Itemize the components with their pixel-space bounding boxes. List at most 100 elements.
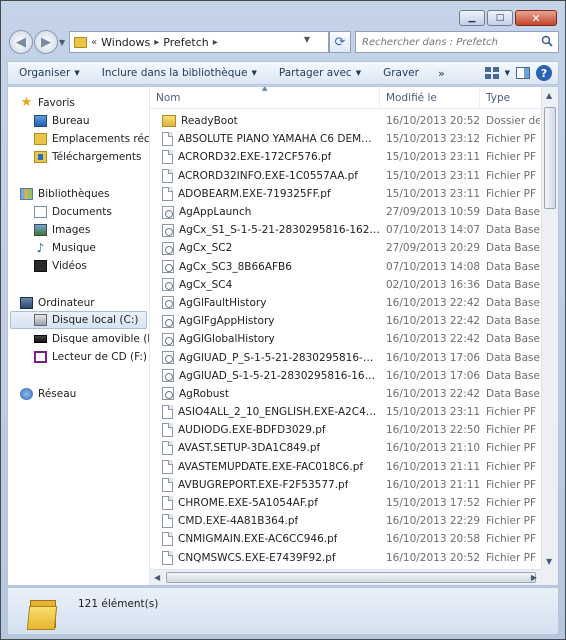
file-row[interactable]: AgGlFaultHistory 16/10/2013 22:42 Data Bas… xyxy=(150,294,541,312)
file-row[interactable]: AVASTEMUPDATE.EXE-FAC018C6.pf 16/10/2013 … xyxy=(150,458,541,476)
nav-documents[interactable]: Documents xyxy=(34,203,112,221)
organize-menu[interactable]: Organiser ▼ xyxy=(8,67,91,79)
overflow-chevron[interactable]: « xyxy=(91,37,97,48)
burn-button[interactable]: Graver xyxy=(372,67,430,79)
include-in-library-menu[interactable]: Inclure dans la bibliothèque ▼ xyxy=(91,67,268,79)
vertical-scroll-thumb[interactable] xyxy=(544,107,556,209)
search-input[interactable] xyxy=(362,36,532,48)
chevron-down-icon[interactable]: ▼ xyxy=(505,69,510,77)
forward-button[interactable]: ▶ xyxy=(34,30,58,54)
file-row[interactable]: AgCx_S1_S-1-5-21-2830295816-16260489... 0… xyxy=(150,221,541,239)
file-icon xyxy=(162,550,173,565)
refresh-icon: ⟳ xyxy=(334,34,346,50)
nav-images-label: Images xyxy=(52,224,91,236)
address-history-dropdown[interactable]: ▼ xyxy=(304,35,310,44)
file-type: Fichier PF xyxy=(486,169,537,182)
nav-removable-disk[interactable]: Disque amovible (E:) xyxy=(34,330,149,348)
nav-network[interactable]: Réseau xyxy=(20,385,76,403)
file-row[interactable]: ACRORD32.EXE-172CF576.pf 15/10/2013 23:11… xyxy=(150,148,541,166)
nav-desktop[interactable]: Bureau xyxy=(34,112,90,130)
minimize-button[interactable]: ▁ xyxy=(459,10,485,26)
search-box[interactable] xyxy=(355,31,559,53)
file-name: AgCx_SC4 xyxy=(179,278,233,291)
file-row[interactable]: CNMIGMAIN.EXE-AC6CC946.pf 16/10/2013 20:5… xyxy=(150,530,541,548)
file-row[interactable]: AgAppLaunch 27/09/2013 10:59 Data Base Fi xyxy=(150,203,541,221)
horizontal-scrollbar[interactable]: ◀ ▶ xyxy=(150,569,541,585)
nav-videos[interactable]: Vidéos xyxy=(34,257,87,275)
file-row[interactable]: AVAST.SETUP-3DA1C849.pf 16/10/2013 21:10 F… xyxy=(150,439,541,457)
database-file-icon xyxy=(162,223,174,237)
column-name[interactable]: Nom ▲ xyxy=(150,87,380,108)
column-type[interactable]: Type xyxy=(480,87,540,108)
file-row[interactable]: ADOBEARM.EXE-719325FF.pf 15/10/2013 23:11… xyxy=(150,185,541,203)
breadcrumb-windows[interactable]: Windows xyxy=(101,36,150,49)
address-bar[interactable]: « Windows ▸ Prefetch ▸ ▼ xyxy=(69,31,329,53)
file-row[interactable]: ABSOLUTE PIANO YAMAHA C6 DEMO-F... 15/10/… xyxy=(150,130,541,148)
nav-local-disk[interactable]: Disque local (C:) xyxy=(10,311,147,329)
file-modified: 16/10/2013 22:50 xyxy=(386,424,481,437)
file-type: Fichier PF xyxy=(486,406,537,419)
horizontal-scroll-thumb[interactable] xyxy=(166,572,536,583)
file-row[interactable]: CHROME.EXE-5A1054AF.pf 15/10/2013 17:52 Fi… xyxy=(150,494,541,512)
nav-music[interactable]: ♪ Musique xyxy=(34,239,96,257)
file-row[interactable]: AUDIODG.EXE-BDFD3029.pf 16/10/2013 22:50 F… xyxy=(150,421,541,439)
nav-computer[interactable]: Ordinateur xyxy=(20,294,95,312)
preview-pane-icon[interactable] xyxy=(516,67,530,79)
scroll-up-icon[interactable]: ▲ xyxy=(546,91,552,100)
breadcrumb-prefetch[interactable]: Prefetch xyxy=(163,36,208,49)
scroll-right-icon[interactable]: ▶ xyxy=(531,573,537,582)
file-row[interactable]: CMD.EXE-4A81B364.pf 16/10/2013 22:29 Fichi… xyxy=(150,512,541,530)
file-name: CHROME.EXE-5A1054AF.pf xyxy=(178,497,318,510)
search-icon[interactable] xyxy=(541,35,553,47)
file-row[interactable]: AVBUGREPORT.EXE-F2F53577.pf 16/10/2013 21… xyxy=(150,476,541,494)
nav-downloads[interactable]: Téléchargements xyxy=(34,148,142,166)
scroll-left-icon[interactable]: ◀ xyxy=(154,573,160,582)
recent-pages-dropdown[interactable]: ▼ xyxy=(59,38,65,47)
share-with-menu[interactable]: Partager avec ▼ xyxy=(268,67,372,79)
file-name-cell: AVAST.SETUP-3DA1C849.pf xyxy=(150,441,380,456)
close-button[interactable]: ✕ xyxy=(515,10,557,26)
nav-favorites[interactable]: ★ Favoris xyxy=(20,94,75,112)
file-modified: 15/10/2013 17:52 xyxy=(386,497,481,510)
minimize-icon: ▁ xyxy=(468,12,476,23)
file-name: ADOBEARM.EXE-719325FF.pf xyxy=(178,187,331,200)
column-modified[interactable]: Modifié le xyxy=(380,87,480,108)
nav-cd-drive[interactable]: Lecteur de CD (F:) M xyxy=(34,348,149,366)
file-row[interactable]: AgCx_SC2 27/09/2013 20:29 Data Base Fi xyxy=(150,239,541,257)
back-button[interactable]: ◀ xyxy=(9,30,33,54)
nav-images[interactable]: Images xyxy=(34,221,90,239)
maximize-button[interactable]: □ xyxy=(487,10,513,26)
file-name-cell: ASIO4ALL_2_10_ENGLISH.EXE-A2C4FB9E.pf xyxy=(150,405,380,420)
file-type: Data Base Fi xyxy=(486,369,540,382)
share-label: Partager avec xyxy=(278,67,352,79)
nav-libraries[interactable]: Bibliothèques xyxy=(20,185,110,203)
file-row[interactable]: CNQMSWCS.EXE-E7439F92.pf 16/10/2013 20:52… xyxy=(150,549,541,567)
file-row[interactable]: AgCx_SC3_8B66AFB6 07/10/2013 14:08 Data Ba… xyxy=(150,258,541,276)
navigation-bar: ◀ ▶ ▼ « Windows ▸ Prefetch ▸ ▼ ⟳ xyxy=(7,29,559,55)
file-modified: 15/10/2013 23:11 xyxy=(386,151,481,164)
file-name: ABSOLUTE PIANO YAMAHA C6 DEMO-F... xyxy=(178,133,380,146)
nav-recent-places[interactable]: Emplacements récents xyxy=(34,130,149,148)
vertical-scrollbar[interactable]: ▲ ▼ xyxy=(541,87,558,569)
file-row[interactable]: AgGlUAD_S-1-5-21-2830295816-1626048... 16… xyxy=(150,367,541,385)
file-row[interactable]: AgGlGlobalHistory 16/10/2013 22:42 Data Ba… xyxy=(150,330,541,348)
file-row[interactable]: ReadyBoot 16/10/2013 20:52 Dossier de fi xyxy=(150,112,541,130)
file-row[interactable]: AgRobust 16/10/2013 22:42 Data Base Fi xyxy=(150,385,541,403)
refresh-button[interactable]: ⟳ xyxy=(329,31,351,53)
nav-network-label: Réseau xyxy=(38,388,77,400)
breadcrumb-separator-icon[interactable]: ▸ xyxy=(213,37,218,48)
more-commands-button[interactable]: » xyxy=(430,67,453,80)
help-icon[interactable]: ? xyxy=(536,65,552,81)
file-icon xyxy=(162,423,173,438)
file-row[interactable]: AgGlUAD_P_S-1-5-21-2830295816-16260... 16… xyxy=(150,348,541,366)
file-row[interactable]: AgCx_SC4 02/10/2013 16:36 Data Base Fi xyxy=(150,276,541,294)
file-row[interactable]: AgGlFgAppHistory 16/10/2013 22:42 Data Bas… xyxy=(150,312,541,330)
scroll-down-icon[interactable]: ▼ xyxy=(546,557,552,566)
file-name: ASIO4ALL_2_10_ENGLISH.EXE-A2C4FB9E.pf xyxy=(178,406,380,419)
file-row[interactable]: ASIO4ALL_2_10_ENGLISH.EXE-A2C4FB9E.pf 15/… xyxy=(150,403,541,421)
change-view-icon[interactable] xyxy=(484,67,499,79)
file-row[interactable]: ACRORD32INFO.EXE-1C0557AA.pf 15/10/2013 2… xyxy=(150,167,541,185)
file-type: Data Base Fi xyxy=(486,224,540,237)
breadcrumb-separator-icon[interactable]: ▸ xyxy=(154,37,159,48)
file-name-cell: AgGlUAD_S-1-5-21-2830295816-1626048... xyxy=(150,369,380,383)
